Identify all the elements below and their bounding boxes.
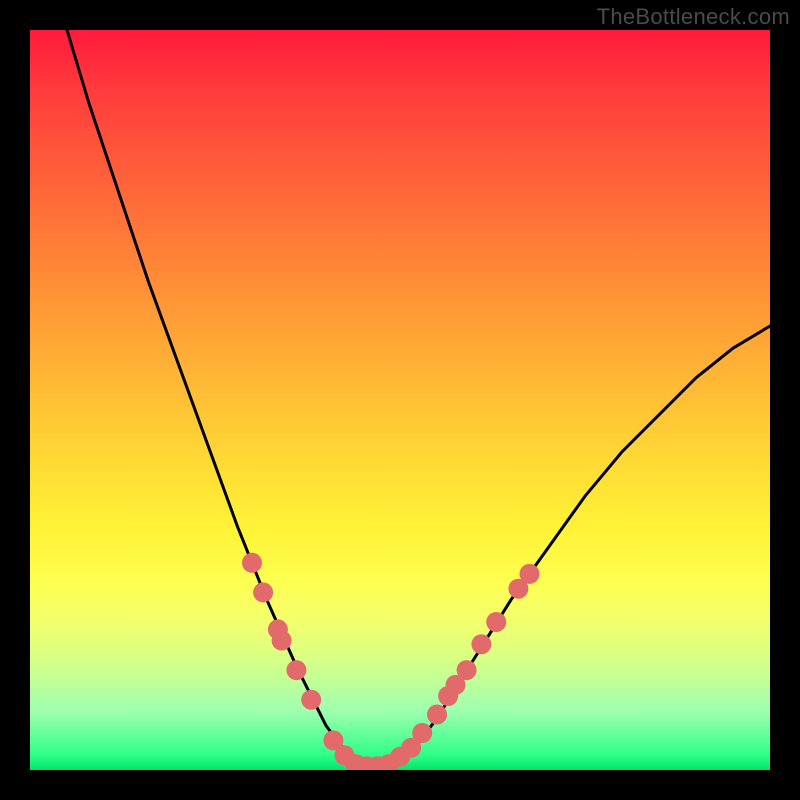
chart-marker: [412, 723, 432, 743]
chart-marker: [286, 660, 306, 680]
chart-marker: [272, 631, 292, 651]
chart-plot-area: [30, 30, 770, 770]
chart-marker: [242, 553, 262, 573]
chart-marker: [301, 690, 321, 710]
chart-curve: [67, 30, 770, 766]
chart-marker: [457, 660, 477, 680]
chart-svg: [30, 30, 770, 770]
chart-markers: [242, 553, 540, 770]
watermark-text: TheBottleneck.com: [597, 4, 790, 30]
chart-marker: [471, 634, 491, 654]
chart-marker: [486, 612, 506, 632]
chart-marker: [520, 564, 540, 584]
chart-marker: [253, 582, 273, 602]
chart-marker: [427, 705, 447, 725]
